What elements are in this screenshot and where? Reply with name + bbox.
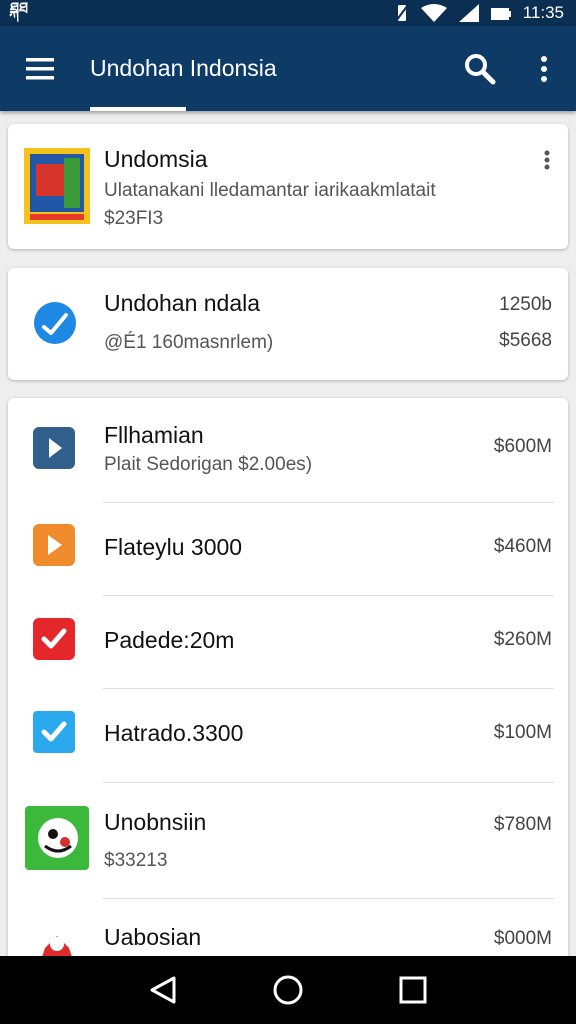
summary-title: Undohan ndala [104,290,261,316]
list-item-price: $260M [493,629,552,650]
divider [103,595,554,596]
card-title: Undomsia [104,146,208,172]
list-item-title: Uabosian [104,924,202,950]
play-icon [33,427,75,469]
home-icon [273,975,303,1005]
list-item-subtitle: $33213 [104,850,168,871]
summary-count: 1250b [499,294,552,315]
check-icon [33,711,75,753]
search-button[interactable] [448,26,512,111]
summary-amount: $5668 [499,330,552,351]
more-vert-icon [541,55,547,82]
back-button[interactable] [128,956,198,1024]
recents-button[interactable] [378,956,448,1024]
list-item-price: $600M [493,436,552,457]
list-item-title: Hatrado.3300 [104,720,244,746]
home-button[interactable] [253,956,323,1024]
check-circle-icon [34,302,76,344]
list-item-price: $780M [493,814,552,835]
signal-icon [458,4,479,22]
wifi-icon [420,4,447,22]
card-subtitle: Ulatanakani lledamantar iarikaakmlatait [104,180,436,201]
navigation-bar [0,956,576,1024]
hamburger-icon [26,57,54,79]
list-item-title: Fllhamian [104,422,204,448]
summary-subtitle: @É1 160masnrlem) [104,332,274,353]
more-options-button[interactable] [512,26,576,111]
product-box-thumbnail [24,148,90,224]
list-item-title: Flateylu 3000 [104,534,243,560]
tab-indicator [90,107,186,111]
game-icon [25,806,89,870]
menu-button[interactable] [0,26,80,111]
back-icon [150,976,176,1004]
battery-icon [490,8,511,20]
search-icon [465,53,496,84]
list-item-subtitle: Plait Sedorigan $2.00es) [104,454,313,475]
status-icons: 11:35 [394,3,564,23]
card-more-icon[interactable] [544,150,550,170]
list-item-price: $460M [493,536,552,557]
recents-icon [399,976,427,1004]
status-time: 11:35 [522,3,564,22]
divider [103,502,554,503]
divider [103,898,554,899]
card-price: $23FI3 [104,208,164,229]
divider [103,782,554,783]
featured-card[interactable]: Undomsia Ulatanakani lledamantar iarikaa… [8,124,568,249]
check-icon [33,618,75,660]
app-list-card: Fllhamian Plait Sedorigan $2.00es) $600M… [8,398,568,978]
list-item-price: $100M [493,722,552,743]
list-item-title: Padede:20m [104,627,235,653]
summary-card[interactable]: Undohan ndala @É1 160masnrlem) 1250b $56… [8,268,568,380]
vibrate-icon [394,4,409,22]
app-bar: Undohan Indonsia [0,26,576,111]
app-title: Undohan Indonsia [90,55,277,81]
status-bar: ཐྐཐ 11:35 [0,0,576,26]
list-item-price: $000M [493,928,552,949]
divider [103,688,554,689]
play-icon [33,524,75,566]
list-item-title: Unobnsiin [104,809,207,835]
